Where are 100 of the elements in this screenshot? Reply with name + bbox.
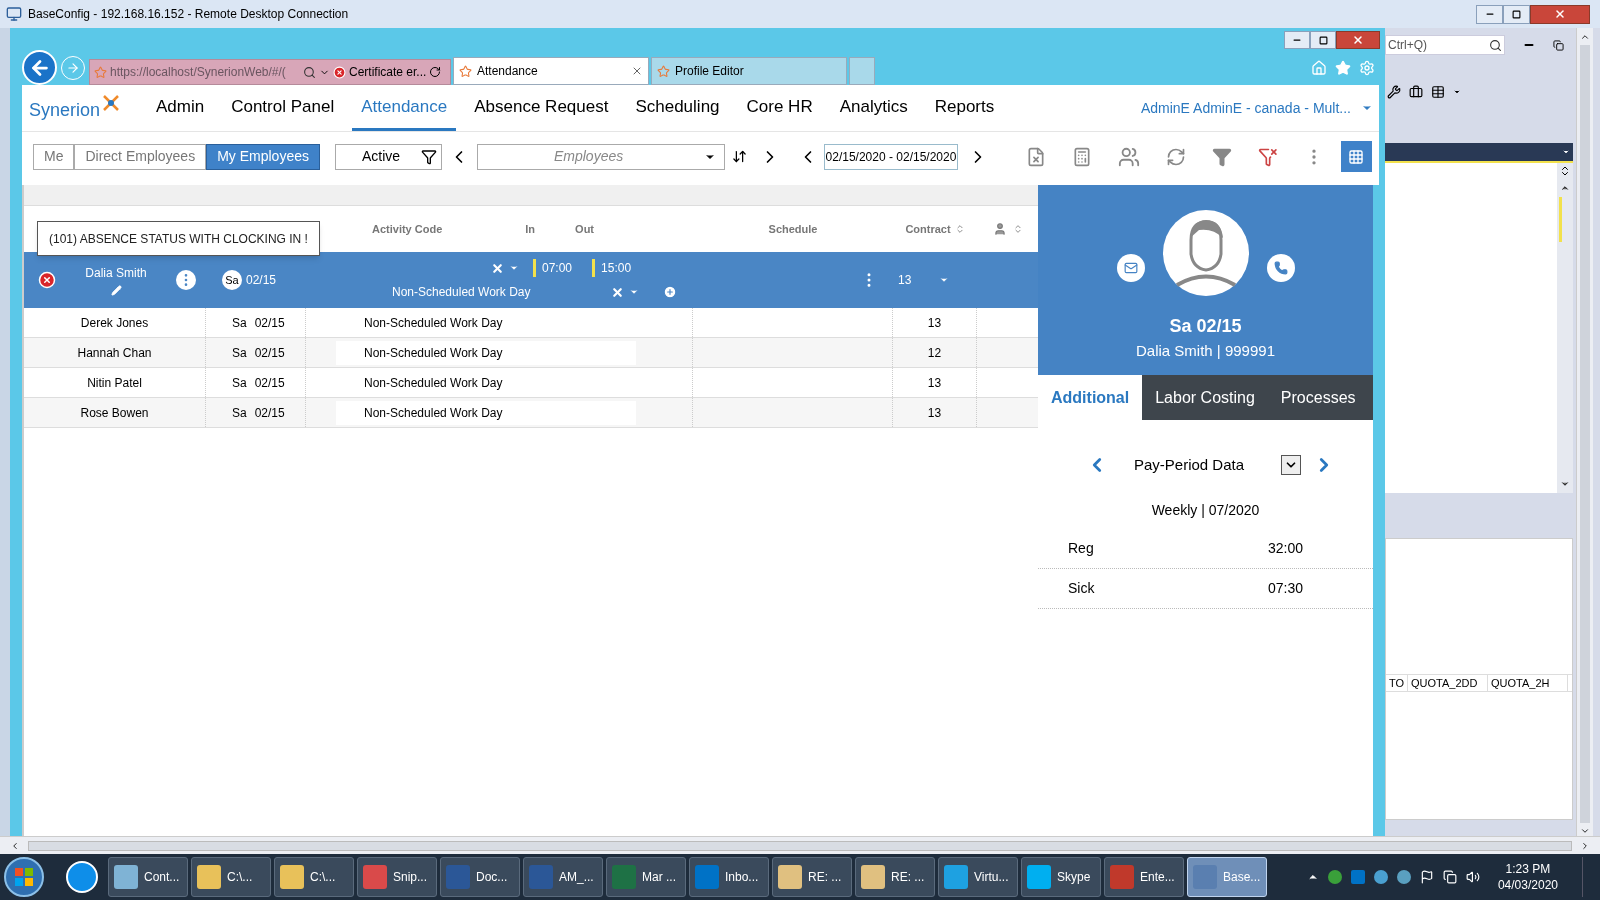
tray-icon[interactable] <box>1396 870 1411 884</box>
taskbar-item[interactable]: Snip... <box>357 857 437 897</box>
scroll-thumb[interactable] <box>28 840 1572 851</box>
table-icon[interactable] <box>1431 85 1445 99</box>
clock[interactable]: 1:23 PM 04/03/2020 <box>1497 861 1558 893</box>
network-icon[interactable] <box>1442 870 1457 884</box>
caret-icon[interactable] <box>1453 88 1461 96</box>
column-header: Activity Code <box>372 221 443 237</box>
maximize-icon <box>1512 9 1521 19</box>
menu-item[interactable]: Control Panel <box>222 85 344 131</box>
caret-icon[interactable] <box>1562 148 1570 156</box>
monitor-icon <box>6 6 22 22</box>
close-button[interactable] <box>1530 4 1590 24</box>
wrench-icon[interactable] <box>1387 85 1401 99</box>
menu-item[interactable]: Absence Request <box>465 85 618 131</box>
grid-view-button[interactable] <box>1340 141 1372 172</box>
pinned-app-icon[interactable] <box>66 861 98 893</box>
browser-tab[interactable]: Attendance <box>453 57 649 85</box>
date-text: 02/15 <box>254 404 285 422</box>
clock-in-time: 07:00 <box>533 259 573 277</box>
person-icon[interactable] <box>992 222 1007 236</box>
user-menu[interactable]: AdminE AdminE - canada - Mult... <box>1140 97 1351 119</box>
menu-item[interactable]: Core HR <box>737 85 822 131</box>
taskbar-item[interactable]: AM_... <box>523 857 603 897</box>
taskbar-item[interactable]: Skype <box>1021 857 1101 897</box>
panel-tab[interactable]: Processes <box>1267 375 1369 420</box>
taskbar-item[interactable]: C:\... <box>274 857 354 897</box>
date-range-field[interactable]: 02/15/2020 - 02/15/2020 <box>823 143 958 170</box>
panel-tab[interactable]: Labor Costing <box>1142 375 1268 420</box>
taskbar-item[interactable]: Doc... <box>440 857 520 897</box>
scroll-up-icon[interactable] <box>1560 183 1570 193</box>
menu-item[interactable]: Scheduling <box>626 85 729 131</box>
section-dropdown[interactable] <box>1281 455 1302 475</box>
add-icon[interactable] <box>662 285 677 299</box>
day-text: Sa <box>232 374 247 392</box>
close-tab-icon[interactable] <box>631 65 643 77</box>
minimize-button[interactable] <box>1284 31 1310 49</box>
grid-icon <box>1348 148 1365 165</box>
day-text: Sa <box>232 404 247 422</box>
phone-button[interactable] <box>1266 254 1295 282</box>
filter-icon[interactable] <box>1211 146 1232 167</box>
scope-tab[interactable]: My Employees <box>206 143 320 170</box>
close-button[interactable] <box>1336 31 1380 49</box>
column-header[interactable]: Contract <box>905 220 951 238</box>
taskbar-item[interactable]: Virtu... <box>938 857 1018 897</box>
status-dropdown[interactable]: Active <box>334 143 442 170</box>
clear-icon[interactable] <box>491 261 504 275</box>
browser-tab[interactable]: Profile Editor <box>651 57 847 85</box>
back-button[interactable] <box>22 50 57 85</box>
more-icon[interactable] <box>176 270 196 290</box>
scope-tab[interactable]: Me <box>33 143 75 170</box>
day-badge: Sa <box>222 270 242 290</box>
scroll-right-icon[interactable] <box>1580 840 1590 851</box>
taskbar-item[interactable]: C:\... <box>191 857 271 897</box>
email-button[interactable] <box>1116 254 1145 282</box>
taskbar-item[interactable]: Ente... <box>1104 857 1184 897</box>
scroll-thumb[interactable] <box>1580 45 1590 823</box>
activity-text: Non-Scheduled Work Day <box>364 374 503 392</box>
restore-icon[interactable] <box>1553 39 1564 51</box>
grid-column-header: QUOTA_2DD <box>1408 675 1488 691</box>
menu-item[interactable]: Analytics <box>830 85 917 131</box>
scroll-left-icon[interactable] <box>10 840 20 851</box>
grid-column-header: TO <box>1386 675 1408 691</box>
clock-out-time: 15:00 <box>592 259 632 277</box>
tray-icon[interactable] <box>1373 870 1388 884</box>
taskbar-item[interactable]: Cont... <box>108 857 188 897</box>
scroll-down-icon[interactable] <box>1580 826 1590 836</box>
scroll-up-icon[interactable] <box>1580 32 1590 42</box>
scope-tab[interactable]: Direct Employees <box>74 143 207 170</box>
clear-icon[interactable] <box>610 285 624 299</box>
split-icon[interactable] <box>1559 165 1571 177</box>
toolbox-icon[interactable] <box>1409 85 1423 99</box>
flag-icon[interactable] <box>1419 870 1434 884</box>
panel-tab[interactable]: Additional <box>1038 375 1143 420</box>
refresh-icon[interactable] <box>1165 146 1186 167</box>
minimize-button[interactable] <box>1476 4 1503 24</box>
scroll-down-icon[interactable] <box>1560 479 1570 489</box>
taskbar-item[interactable]: RE: ... <box>772 857 852 897</box>
employees-dropdown[interactable]: Employees <box>476 143 725 170</box>
edit-icon[interactable] <box>110 285 122 296</box>
start-button[interactable] <box>4 857 44 897</box>
clear-filter-icon[interactable] <box>1257 146 1278 167</box>
tray-icon[interactable] <box>1327 870 1342 884</box>
tray-icon[interactable] <box>1350 870 1365 884</box>
menu-item[interactable]: Admin <box>147 85 214 131</box>
people-icon[interactable] <box>1117 145 1140 168</box>
sort-icon[interactable] <box>731 149 747 164</box>
taskbar-item[interactable]: Mar ... <box>606 857 686 897</box>
maximize-button[interactable] <box>1503 4 1530 24</box>
tab-title: Attendance <box>477 63 539 80</box>
volume-icon[interactable] <box>1465 870 1480 884</box>
search-icon <box>303 65 316 79</box>
search-field[interactable]: Ctrl+Q) <box>1385 35 1505 55</box>
menu-item[interactable]: Reports <box>925 85 1004 131</box>
taskbar-item[interactable]: Inbo... <box>689 857 769 897</box>
data-label: Reg <box>1068 539 1095 558</box>
address-bar[interactable]: https://localhost/SynerionWeb/#/( Certificate er... <box>89 59 451 85</box>
menu-item[interactable]: Attendance <box>352 85 457 131</box>
maximize-button[interactable] <box>1310 31 1336 49</box>
taskbar-item[interactable]: RE: ... <box>855 857 935 897</box>
